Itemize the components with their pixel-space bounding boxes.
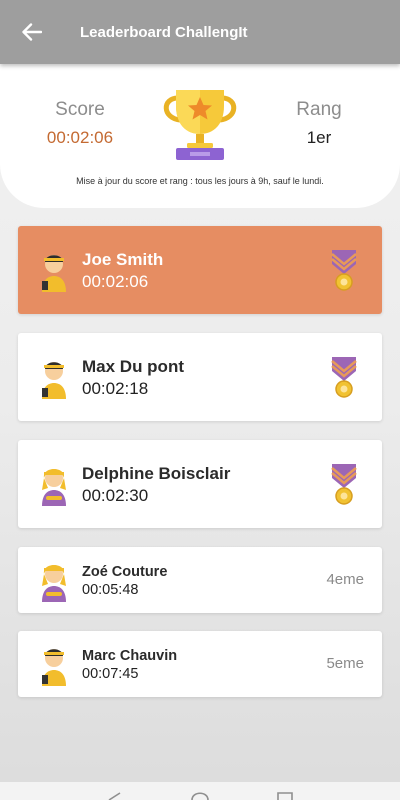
avatar-icon bbox=[42, 649, 66, 686]
nav-recents-icon[interactable] bbox=[277, 792, 293, 800]
avatar-icon bbox=[42, 469, 66, 506]
silver-medal-icon bbox=[331, 357, 357, 398]
score-block: Score 00:02:06 bbox=[25, 99, 135, 148]
score-value: 00:02:06 bbox=[46, 128, 114, 147]
arrow-left-icon bbox=[22, 23, 42, 41]
avatar-icon bbox=[42, 362, 66, 399]
player-time: 00:02:18 bbox=[82, 379, 149, 398]
leaderboard-row[interactable]: Joe Smith 00:02:06 bbox=[18, 226, 382, 314]
gold-medal-icon bbox=[331, 250, 357, 291]
leaderboard-row[interactable]: Delphine Boisclair 00:02:30 bbox=[18, 440, 382, 528]
player-time: 00:05:48 bbox=[82, 582, 139, 598]
player-time: 00:02:06 bbox=[82, 272, 149, 291]
player-name: Joe Smith bbox=[82, 250, 164, 269]
nav-back-icon[interactable] bbox=[108, 792, 122, 800]
player-time: 00:07:45 bbox=[82, 666, 139, 682]
trophy-icon bbox=[163, 90, 237, 160]
page-title: Leaderboard ChallengIt bbox=[80, 23, 248, 41]
avatar-icon bbox=[42, 565, 66, 602]
nav-home-icon[interactable] bbox=[191, 792, 209, 800]
back-button[interactable] bbox=[19, 19, 45, 45]
rank-block: Rang 1er bbox=[264, 99, 374, 148]
rank-label: 4eme bbox=[326, 571, 364, 588]
leaderboard-row[interactable]: Marc Chauvin 00:07:45 5eme bbox=[18, 631, 382, 697]
player-time: 00:02:30 bbox=[82, 486, 149, 505]
app-bar: Leaderboard ChallengIt bbox=[0, 0, 400, 64]
score-card: Score 00:02:06 Rang 1er Mise à jour du s… bbox=[0, 64, 400, 208]
player-name: Delphine Boisclair bbox=[82, 464, 231, 483]
rank-label: Rang bbox=[296, 99, 342, 120]
player-name: Zoé Couture bbox=[82, 564, 168, 580]
bronze-medal-icon bbox=[331, 464, 357, 505]
player-name: Max Du pont bbox=[82, 357, 184, 376]
score-label: Score bbox=[55, 99, 105, 120]
rank-label: 5eme bbox=[326, 655, 364, 672]
leaderboard-row[interactable]: Max Du pont 00:02:18 bbox=[18, 333, 382, 421]
avatar-icon bbox=[42, 255, 66, 292]
leaderboard-row[interactable]: Zoé Couture 00:05:48 4eme bbox=[18, 547, 382, 613]
update-note: Mise à jour du score et rang : tous les … bbox=[76, 176, 324, 186]
rank-value: 1er bbox=[306, 128, 332, 147]
system-nav-bar bbox=[0, 782, 400, 800]
player-name: Marc Chauvin bbox=[82, 648, 178, 664]
